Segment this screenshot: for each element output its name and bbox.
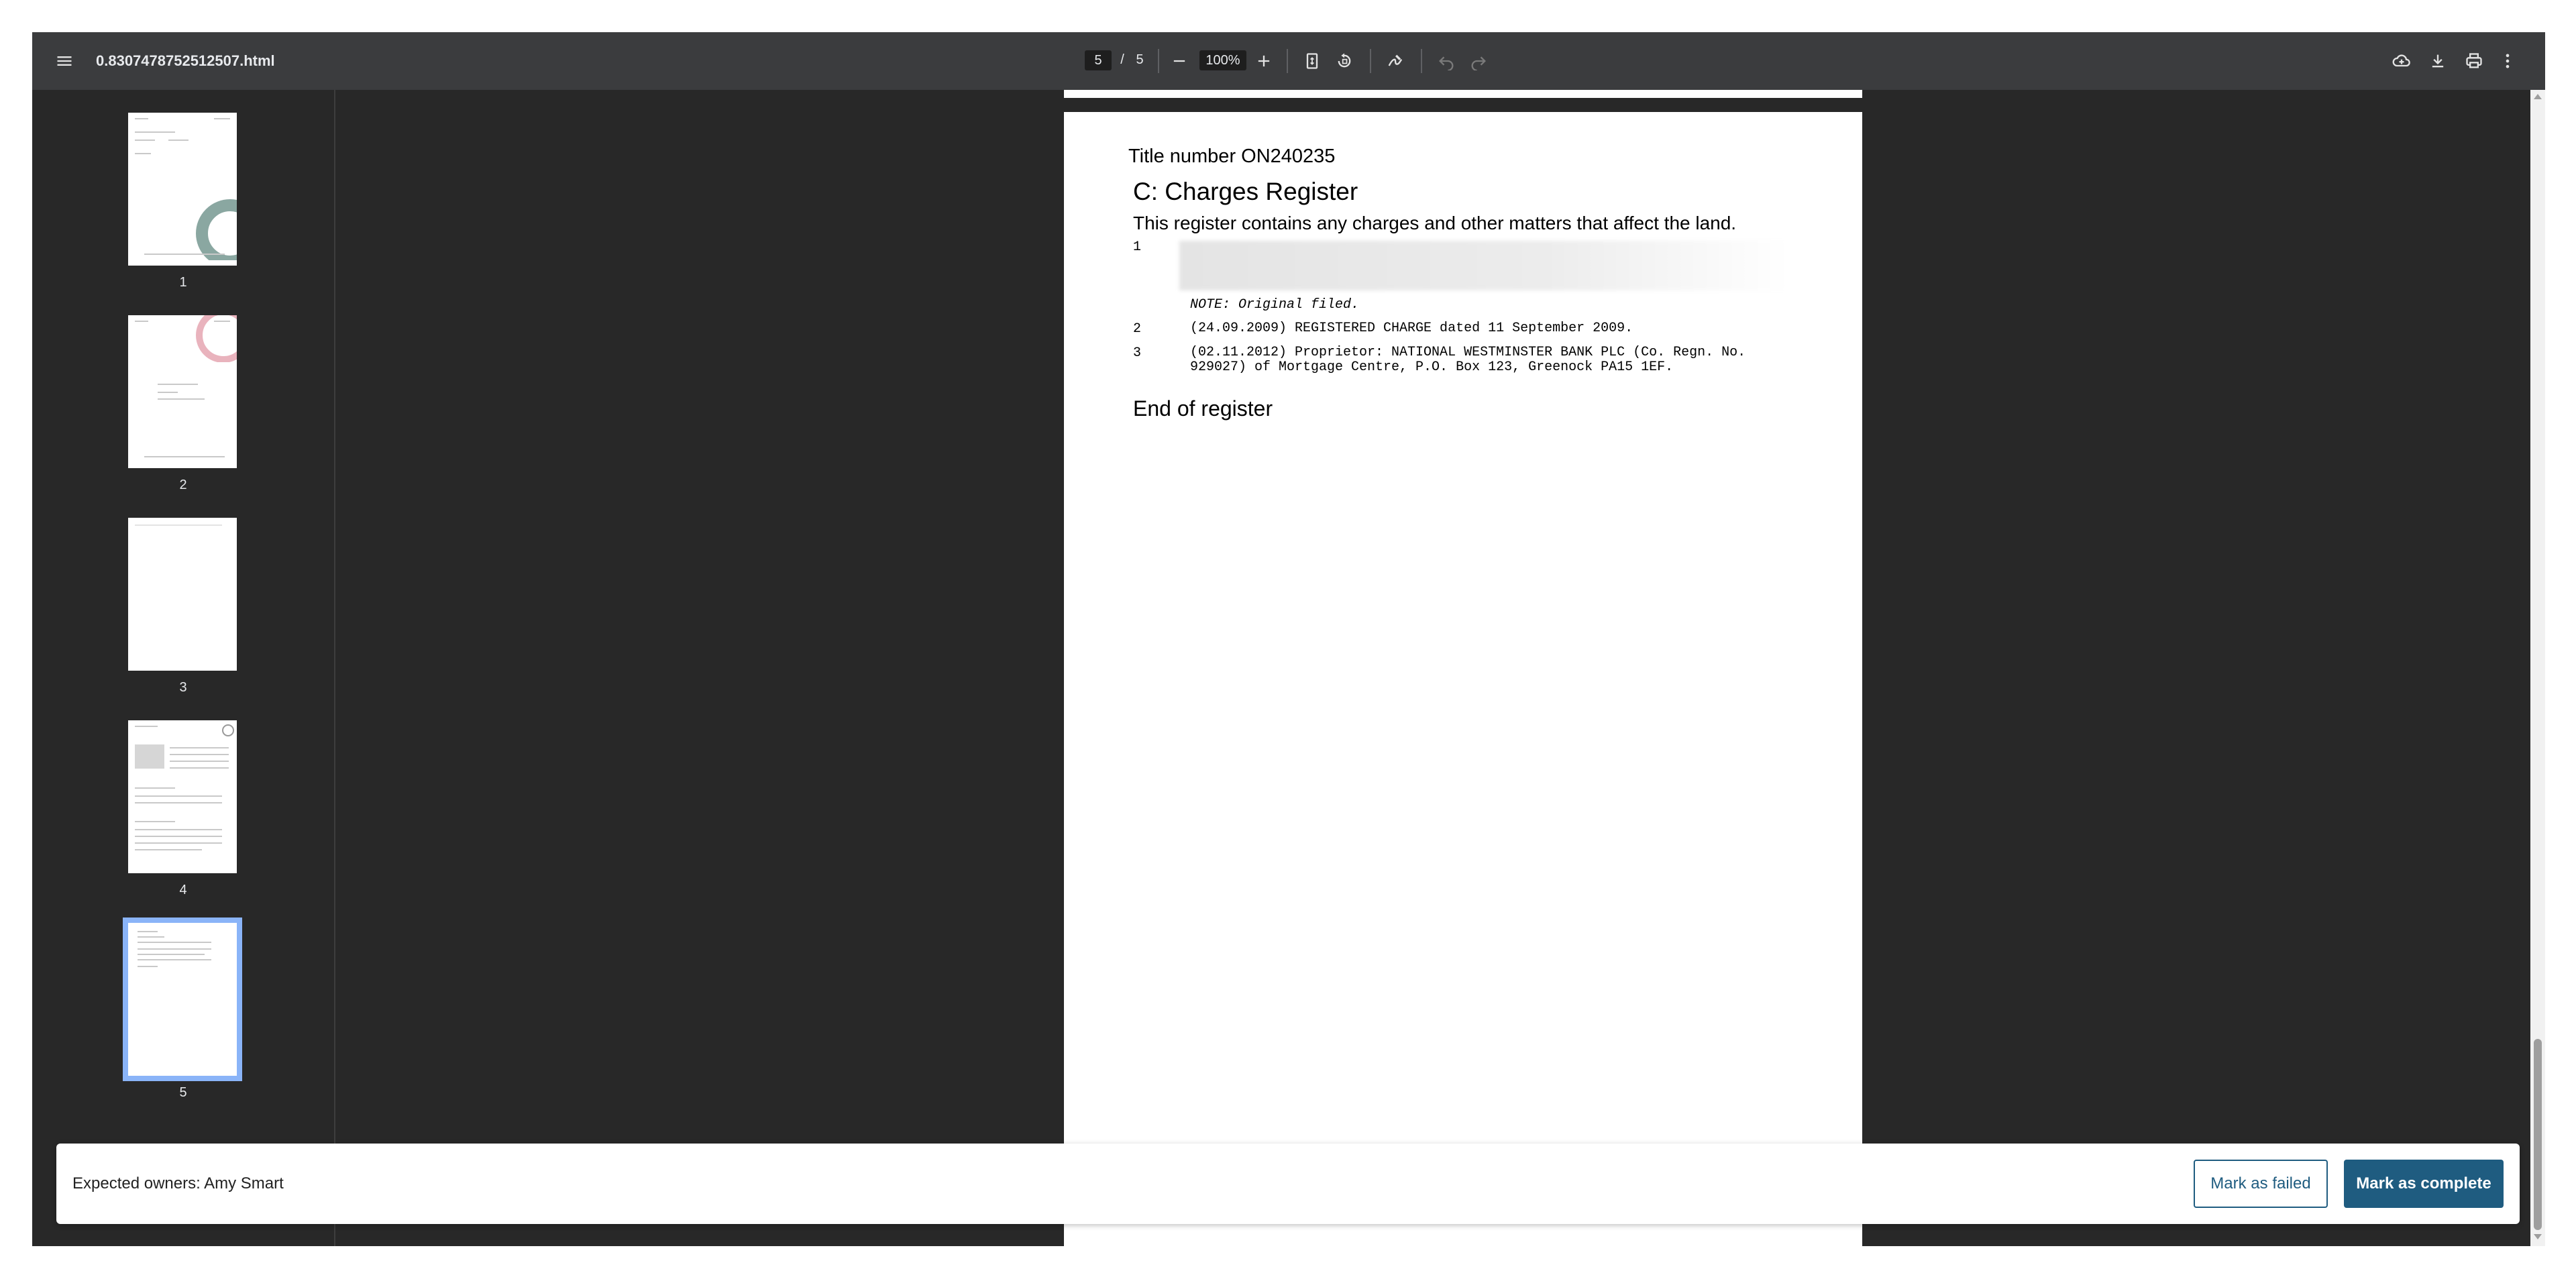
toolbar-divider [1158,49,1159,73]
thumb-text-line [170,761,229,762]
thumb-text-line [214,118,230,119]
page-thumbnail-4[interactable] [128,720,237,873]
vertical-scrollbar[interactable] [2530,90,2545,1246]
thumb-text-line [135,787,175,789]
thumb-image-block [135,744,164,769]
register-heading: C: Charges Register [1133,178,1358,205]
pdf-viewer: 0.8307478752512507.html 5 / 5 100% 1 2 3… [32,32,2545,1246]
page-thumbnail-2[interactable] [128,315,237,468]
rotate-icon[interactable] [1331,48,1358,74]
thumb-text-line [135,726,158,727]
document-viewport: Title number ON240235 C: Charges Registe… [335,90,2530,1246]
thumb-text-line [135,131,175,133]
thumb-text-line [138,954,205,955]
thumb-text-line [138,959,211,960]
entry-text: (24.09.2009) REGISTERED CHARGE dated 11 … [1190,321,1633,336]
toolbar-divider [1421,49,1422,73]
document-page: Title number ON240235 C: Charges Registe… [1064,112,1862,1246]
thumb-text-line [170,747,229,748]
previous-page-edge [1064,90,1862,98]
scroll-up-arrow-icon[interactable] [2534,94,2542,99]
thumbnail-label: 4 [179,883,187,897]
expected-owners-text: Expected owners: Amy Smart [72,1174,284,1192]
thumb-text-line [135,153,151,154]
thumb-text-line [138,936,164,938]
entry-number: 2 [1133,321,1142,337]
thumb-text-line [135,524,222,526]
page-thumbnail-5[interactable] [123,917,242,1081]
fit-page-icon[interactable] [1299,48,1326,74]
total-pages: 5 [1136,52,1144,67]
toolbar-divider [1287,49,1288,73]
thumb-text-line [135,802,222,803]
zoom-level-input[interactable]: 100% [1199,50,1246,70]
thumb-text-line [170,754,229,755]
thumb-text-line [158,398,205,400]
menu-icon[interactable] [51,48,78,74]
thumbnail-sidebar: 1 2 3 4 5 [32,90,335,1246]
thumb-text-line [158,392,178,393]
thumbnail-label: 5 [179,1085,187,1100]
viewer-toolbar: 0.8307478752512507.html 5 / 5 100% [32,32,2545,90]
document-title: 0.8307478752512507.html [96,52,275,69]
redo-icon[interactable] [1465,48,1492,74]
entry-number: 1 [1133,239,1142,255]
thumb-text-line [135,321,148,322]
thumb-text-line [135,849,202,850]
thumb-text-line [135,842,222,844]
thumb-text-line [144,254,225,255]
print-icon[interactable] [2461,48,2487,74]
thumb-text-line [158,384,198,385]
thumb-text-line [138,966,158,967]
thumb-text-line [168,140,189,141]
more-icon[interactable] [2494,48,2521,74]
thumb-ring-graphic [196,315,237,362]
entry-text: (02.11.2012) Proprietor: NATIONAL WESTMI… [1190,345,1746,375]
end-of-register: End of register [1133,396,1273,421]
redacted-entry-text [1179,241,1790,290]
thumb-ring-graphic [196,199,237,260]
thumb-text-line [135,821,175,822]
thumbnail-label: 3 [179,680,187,695]
thumb-text-line [170,767,229,769]
page-number-input[interactable]: 5 [1085,50,1112,70]
register-description: This register contains any charges and o… [1133,213,1737,233]
thumb-text-line [138,948,211,950]
title-number: Title number ON240235 [1128,146,1336,167]
mark-as-failed-button[interactable]: Mark as failed [2194,1160,2328,1208]
thumb-text-line [135,836,222,837]
zoom-in-icon[interactable] [1250,48,1277,74]
thumb-text-line [135,140,155,141]
zoom-out-icon[interactable] [1166,48,1193,74]
page-thumbnail-3[interactable] [128,518,237,671]
scrollbar-thumb[interactable] [2534,1039,2542,1230]
scroll-down-arrow-icon[interactable] [2534,1234,2542,1239]
toolbar-divider [1370,49,1371,73]
thumb-text-line [138,931,158,932]
thumb-text-line [138,942,211,943]
mark-as-complete-button[interactable]: Mark as complete [2344,1160,2504,1208]
thumb-text-line [135,118,148,119]
review-action-bar: Expected owners: Amy Smart Mark as faile… [56,1144,2520,1224]
page-thumbnail-1[interactable] [128,113,237,266]
entry-note: NOTE: Original filed. [1190,297,1360,313]
thumbnail-label: 1 [179,275,187,290]
thumb-badge-graphic [222,724,234,736]
thumb-text-line [144,456,225,457]
entry-number: 3 [1133,345,1142,361]
thumb-text-line [135,795,222,797]
drive-icon[interactable] [2388,48,2415,74]
annotate-icon[interactable] [1382,48,1409,74]
undo-icon[interactable] [1433,48,1460,74]
thumb-text-line [135,829,222,830]
download-icon[interactable] [2424,48,2451,74]
thumbnail-label: 2 [179,478,187,492]
